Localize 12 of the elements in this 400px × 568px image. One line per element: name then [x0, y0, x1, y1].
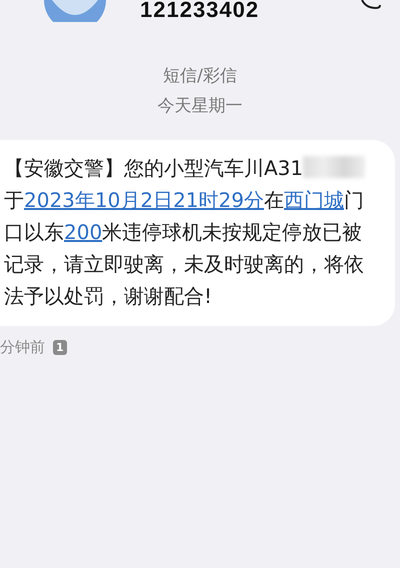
- sim-badge: 1: [53, 340, 67, 355]
- phone-number: 121233402: [140, 0, 260, 22]
- date-label: 今天星期一: [158, 95, 242, 118]
- message-text: 【安徽交警】您的小型汽车川A31 于2023年10月2日21时29分在西门城门口以东200米违停球机未按规定停放已被记录，请立即驶离，未及时驶离的，将依法予以处罚，谢谢配合!: [4, 155, 366, 310]
- avatar-icon: [44, 0, 106, 22]
- message-link[interactable]: 西门城: [284, 188, 344, 212]
- channel-label: 短信/彩信: [163, 65, 237, 88]
- message-time: 分钟前: [0, 338, 45, 357]
- redaction-blur: [303, 156, 366, 178]
- message-link[interactable]: 2023年10月2日21时29分: [24, 188, 264, 212]
- message-link[interactable]: 200: [64, 220, 102, 244]
- phone-icon[interactable]: [360, 0, 382, 10]
